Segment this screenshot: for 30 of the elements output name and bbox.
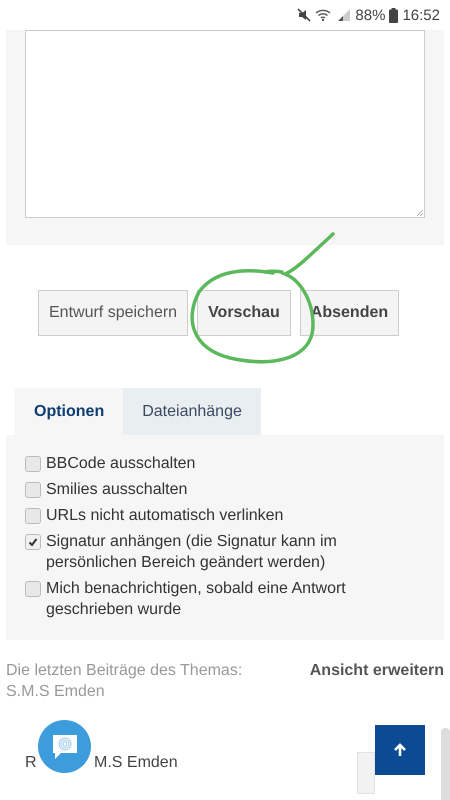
- message-field[interactable]: [25, 30, 425, 218]
- option-label: URLs nicht automatisch verlinken: [46, 506, 284, 526]
- arrow-up-icon: [393, 743, 407, 757]
- back-to-top-button[interactable]: [375, 725, 425, 775]
- form-button[interactable]: Entwurf speichern: [38, 290, 188, 336]
- option-label: BBCode ausschalten: [46, 454, 196, 474]
- tab[interactable]: Dateianhänge: [123, 388, 261, 435]
- form-button[interactable]: Vorschau: [197, 290, 291, 336]
- checkbox[interactable]: [25, 482, 41, 498]
- checkbox[interactable]: [25, 581, 41, 597]
- mute-icon: [297, 8, 312, 22]
- tab[interactable]: Optionen: [15, 388, 124, 435]
- section-heading: Die letzten Beiträge des Themas: S.M.S Emden: [6, 661, 244, 702]
- signal-icon: [337, 8, 352, 22]
- battery-icon: [389, 8, 398, 22]
- checkbox[interactable]: [25, 456, 41, 472]
- post-title: R: [25, 754, 37, 772]
- battery-percent: 88%: [355, 6, 386, 24]
- scrollbar[interactable]: [441, 728, 450, 800]
- resize-grip-icon: [417, 210, 423, 216]
- option-label: Mich benachrichtigen, sobald eine Antwort geschrieben wurde: [46, 579, 347, 620]
- clock: 16:52: [402, 6, 440, 24]
- option-label: Smilies ausschalten: [46, 480, 188, 500]
- check-icon: [28, 537, 38, 547]
- expand-link[interactable]: Ansicht erweitern: [310, 660, 444, 702]
- post-title: M.S Emden: [94, 754, 178, 772]
- checkbox[interactable]: [25, 534, 41, 550]
- form-button[interactable]: Absenden: [300, 290, 400, 336]
- checkbox[interactable]: [25, 508, 41, 524]
- option-label: Signatur anhängen (die Signatur kann im persönlichen Bereich geändert werden): [46, 532, 338, 573]
